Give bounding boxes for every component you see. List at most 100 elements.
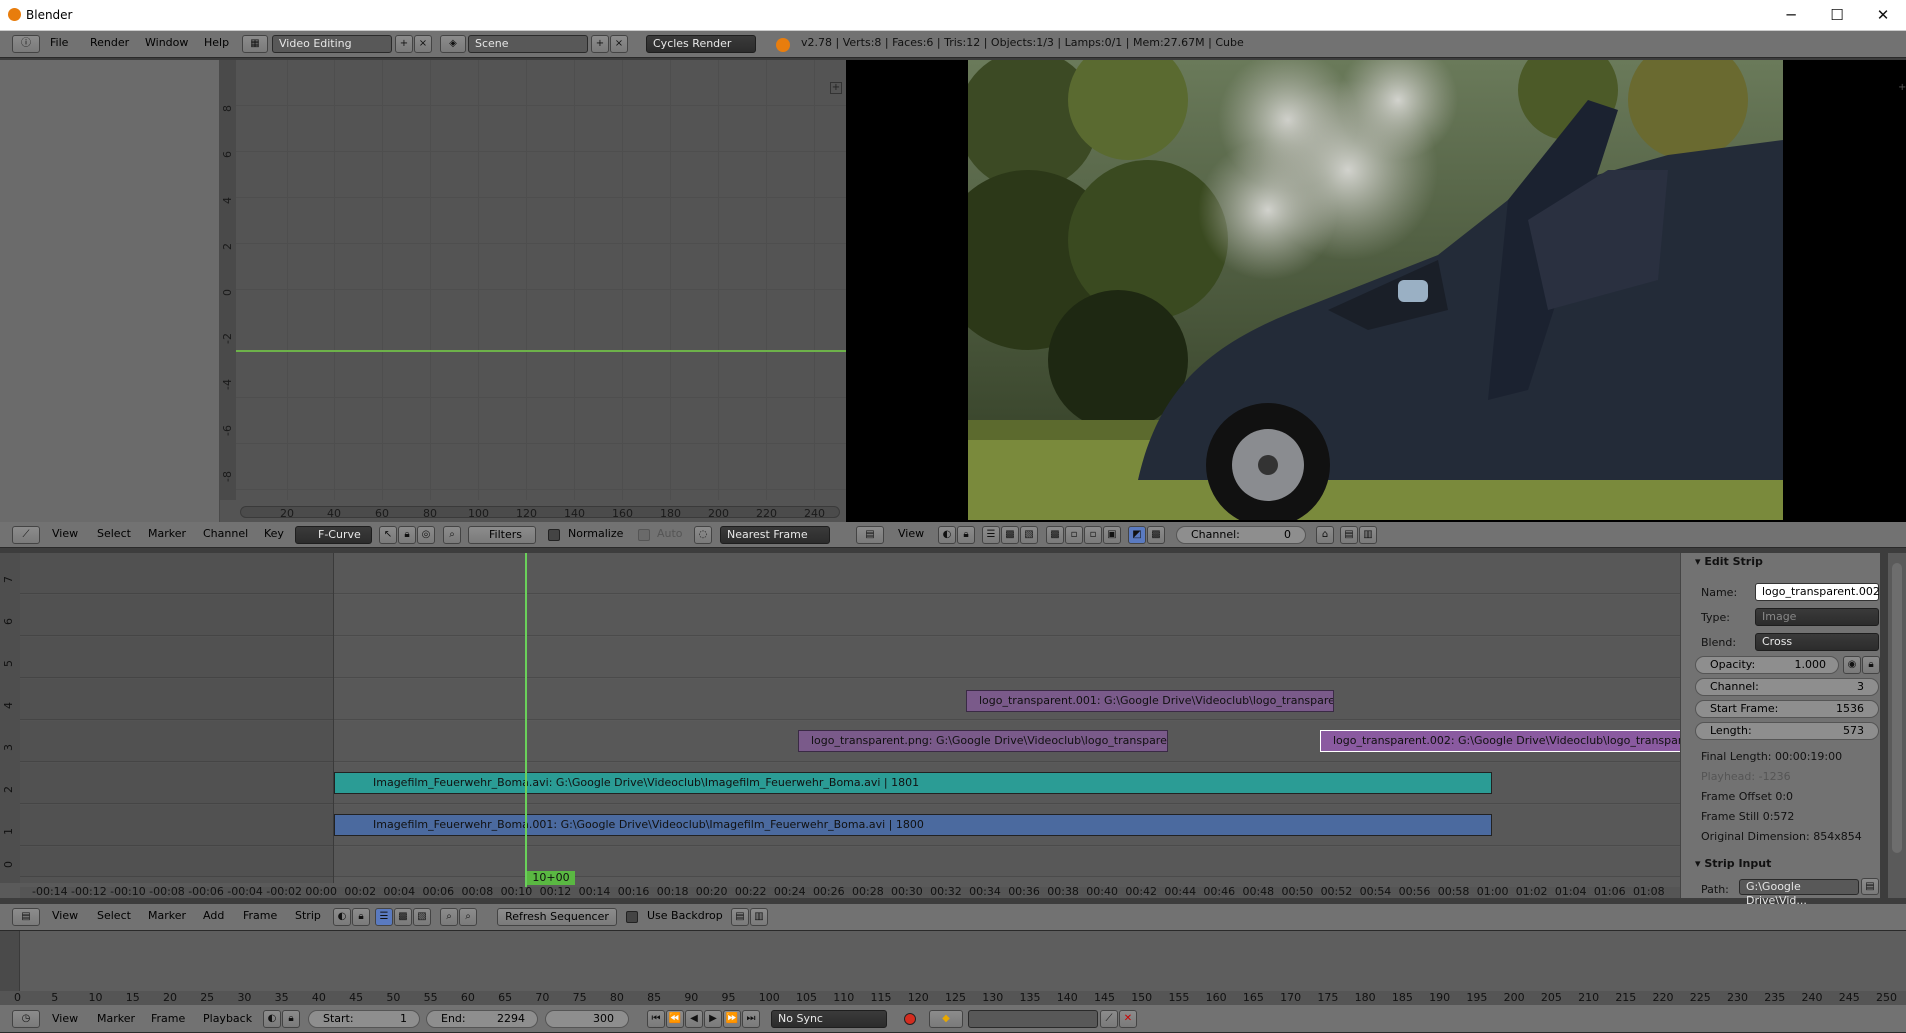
minimize-button[interactable]: ─ [1768, 0, 1814, 31]
menu-render[interactable]: Render [90, 31, 129, 57]
preview-editor-type-icon[interactable]: ▤ [856, 526, 884, 544]
graph-region-toggle-icon[interactable]: + [830, 82, 842, 94]
sequencer-area[interactable]: 7 6 5 4 3 2 1 0 logo_transparent.001: G:… [0, 553, 1680, 898]
insert-keyframe-icon[interactable]: ⟋ [1100, 1010, 1118, 1028]
jump-next-key-icon[interactable]: ⏩ [723, 1010, 741, 1028]
channel-r-icon[interactable]: ▩ [1046, 526, 1064, 544]
target-icon[interactable]: ◎ [417, 526, 435, 544]
file-browse-icon[interactable]: ▤ [1861, 878, 1879, 895]
view-type-icon[interactable]: ☰ [982, 526, 1000, 544]
channel-number-field[interactable]: Channel: 3 [1695, 678, 1879, 696]
jump-start-icon[interactable]: ⏮ [647, 1010, 665, 1028]
tl-menu-view[interactable]: View [52, 1005, 78, 1032]
strip-imagefilm-avi[interactable]: Imagefilm_Feuerwehr_Boma.avi: G:\Google … [334, 772, 1492, 794]
layout-grid-icon[interactable]: ▦ [242, 35, 268, 53]
display-mode-icon[interactable]: ◐ [938, 526, 956, 544]
pivot-icon[interactable]: ◌ [694, 526, 712, 544]
edit-strip-header[interactable]: ▾ Edit Strip [1695, 555, 1763, 568]
graph-editor-type-icon[interactable]: ⟋ [12, 526, 40, 544]
playhead-line[interactable] [525, 553, 527, 898]
add-layout-icon[interactable]: + [395, 35, 413, 53]
length-field[interactable]: Length: 573 [1695, 722, 1879, 740]
channel-g-icon[interactable]: ▫ [1065, 526, 1083, 544]
strip-imagefilm-001[interactable]: Imagefilm_Feuerwehr_Boma.001: G:\Google … [334, 814, 1492, 836]
play-reverse-icon[interactable]: ◀ [685, 1010, 703, 1028]
delete-keyframe-icon[interactable]: ✕ [1119, 1010, 1137, 1028]
graph-menu-marker[interactable]: Marker [148, 522, 186, 547]
start-frame-input[interactable]: Start: 1 [308, 1010, 420, 1028]
seq-lock-icon[interactable]: 🔒︎ [352, 908, 370, 926]
current-frame-input[interactable]: 300 [545, 1010, 629, 1028]
snap-select[interactable]: Nearest Frame [720, 526, 830, 544]
menu-file[interactable]: File [50, 31, 68, 57]
seq-view-both-icon[interactable]: ▧ [413, 908, 431, 926]
menu-help[interactable]: Help [204, 31, 229, 57]
seq-zoom-border-icon[interactable]: ⌕ [459, 908, 477, 926]
lock-icon[interactable]: 🔒︎ [398, 526, 416, 544]
add-scene-icon[interactable]: + [591, 35, 609, 53]
use-backdrop-checkbox[interactable] [626, 911, 638, 923]
channel-field[interactable]: Channel: 0 [1176, 526, 1306, 544]
filters-button[interactable]: Filters [468, 526, 536, 544]
type-select[interactable]: Image [1755, 608, 1879, 626]
preview-lock-icon[interactable]: 🔒︎ [957, 526, 975, 544]
seq-menu-strip[interactable]: Strip [295, 904, 321, 930]
normalize-checkbox[interactable] [548, 529, 560, 541]
remove-layout-icon[interactable]: × [414, 35, 432, 53]
preview-menu-view[interactable]: View [898, 522, 924, 547]
name-field[interactable]: logo_transparent.002 [1755, 583, 1880, 601]
seq-menu-add[interactable]: Add [203, 904, 224, 930]
render-still-icon[interactable]: ▤ [1340, 526, 1358, 544]
preview-range-icon[interactable]: ◐ [263, 1010, 281, 1028]
seq-menu-frame[interactable]: Frame [243, 904, 277, 930]
blend-select[interactable]: Cross [1755, 633, 1879, 651]
channel-a-icon[interactable]: ▣ [1103, 526, 1121, 544]
graph-mode-select[interactable]: F-Curve [295, 526, 372, 544]
seq-render-anim-icon[interactable]: ▥ [750, 908, 768, 926]
timeline-region[interactable] [0, 931, 1906, 991]
ghost-icon[interactable]: ⌂ [1316, 526, 1334, 544]
checker-icon[interactable]: ▩ [1001, 526, 1019, 544]
strip-logo-transparent-png[interactable]: logo_transparent.png: G:\Google Drive\Vi… [798, 730, 1168, 752]
seq-menu-view[interactable]: View [52, 904, 78, 930]
overlay-icon[interactable]: ▧ [1020, 526, 1038, 544]
maximize-button[interactable]: ☐ [1814, 0, 1860, 31]
tl-menu-frame[interactable]: Frame [151, 1005, 185, 1032]
scene-field[interactable]: Scene [468, 35, 588, 53]
seq-view-preview-icon[interactable]: ▩ [394, 908, 412, 926]
jump-end-icon[interactable]: ⏭ [742, 1010, 760, 1028]
start-frame-field[interactable]: Start Frame: 1536 [1695, 700, 1879, 718]
strip-lock-icon[interactable]: 🔒︎ [1862, 656, 1880, 674]
seq-menu-marker[interactable]: Marker [148, 904, 186, 930]
guides-icon[interactable]: ▩ [1147, 526, 1165, 544]
seq-render-still-icon[interactable]: ▤ [731, 908, 749, 926]
tl-lock-icon[interactable]: 🔒︎ [282, 1010, 300, 1028]
jump-prev-key-icon[interactable]: ⏪ [666, 1010, 684, 1028]
timeline-editor-type-icon[interactable]: ◷ [12, 1010, 40, 1028]
safe-area-icon[interactable]: ◩ [1128, 526, 1146, 544]
screen-layout-field[interactable]: Video Editing [272, 35, 392, 53]
cursor-icon[interactable]: ↖ [379, 526, 397, 544]
path-field[interactable]: G:\Google Drive\Vid... [1739, 879, 1859, 907]
props-scrollbar[interactable] [1892, 563, 1902, 853]
active-keying-set-field[interactable] [968, 1010, 1098, 1028]
tl-menu-playback[interactable]: Playback [203, 1005, 252, 1032]
graph-menu-key[interactable]: Key [264, 522, 284, 547]
seq-view-sequencer-icon[interactable]: ☰ [375, 908, 393, 926]
opacity-field[interactable]: Opacity: 1.000 [1695, 656, 1839, 674]
editor-type-info-icon[interactable]: ⓘ [12, 35, 40, 53]
record-icon[interactable] [904, 1013, 916, 1025]
tl-menu-marker[interactable]: Marker [97, 1005, 135, 1032]
graph-editor-area[interactable]: 8 6 4 2 0 -2 -4 -6 -8 20 40 60 80 100 12… [0, 60, 846, 522]
remove-scene-icon[interactable]: × [610, 35, 628, 53]
refresh-sequencer-button[interactable]: Refresh Sequencer [497, 908, 617, 926]
strip-logo-transparent-001[interactable]: logo_transparent.001: G:\Google Drive\Vi… [966, 690, 1334, 712]
seq-menu-select[interactable]: Select [97, 904, 131, 930]
menu-window[interactable]: Window [145, 31, 188, 57]
seq-zoom-icon[interactable]: ⌕ [440, 908, 458, 926]
close-button[interactable]: ✕ [1860, 0, 1906, 31]
strip-input-header[interactable]: ▾ Strip Input [1695, 857, 1771, 870]
sequencer-editor-type-icon[interactable]: ▤ [12, 908, 40, 926]
visibility-eye-icon[interactable]: ◉ [1843, 656, 1861, 674]
graph-menu-select[interactable]: Select [97, 522, 131, 547]
